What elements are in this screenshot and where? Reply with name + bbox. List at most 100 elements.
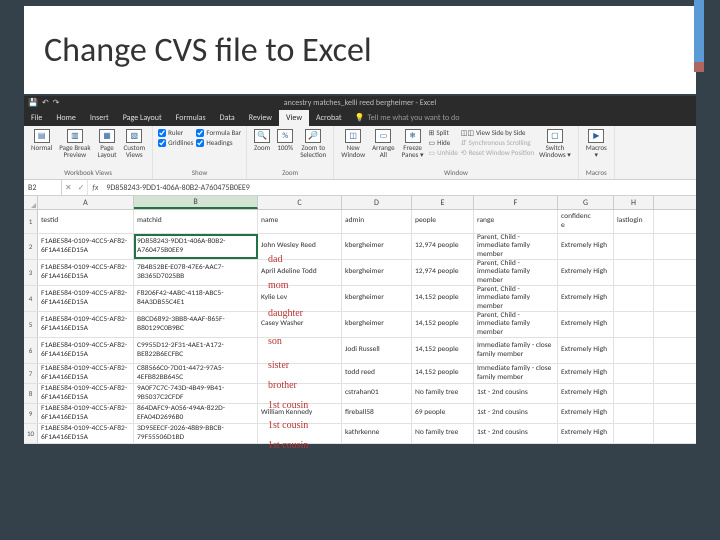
cell-range[interactable]: 1st - 2nd cousins — [474, 404, 558, 423]
tab-insert[interactable]: Insert — [83, 110, 116, 126]
row-head-2[interactable]: 2 — [24, 234, 38, 259]
tab-file[interactable]: File — [24, 110, 49, 126]
cell-lastlogin[interactable] — [614, 234, 654, 259]
header-confidence[interactable]: confidenc e — [558, 210, 614, 233]
cell-confidence[interactable]: Extremely High — [558, 364, 614, 383]
save-icon[interactable]: 💾 — [28, 98, 38, 108]
tab-acrobat[interactable]: Acrobat — [309, 110, 349, 126]
cell-lastlogin[interactable] — [614, 424, 654, 443]
row-head-3[interactable]: 3 — [24, 260, 38, 285]
cell-testid[interactable]: F1ABE584-0109-4CC5-AF82-6F1A416ED15A — [38, 364, 134, 383]
cell-people[interactable]: 14,152 people — [412, 286, 474, 311]
cell-name[interactable]: Kylie Lev — [258, 286, 342, 311]
cell-name[interactable] — [258, 424, 342, 443]
redo-icon[interactable]: ↷ — [53, 98, 60, 108]
cell-range[interactable]: Parent, Child - immediate family member — [474, 312, 558, 337]
cell-confidence[interactable]: Extremely High — [558, 338, 614, 363]
cell-matchid[interactable]: 9A0F7C7C-743D-4B49-9B41-9B5037C2CFDF — [134, 384, 258, 403]
cell-lastlogin[interactable] — [614, 404, 654, 423]
cell-matchid[interactable]: BBCD6892-3BB8-4AAF-865F-B80129C0B9BC — [134, 312, 258, 337]
cell-admin[interactable]: todd reed — [342, 364, 412, 383]
cell-lastlogin[interactable] — [614, 384, 654, 403]
row-head-1[interactable]: 1 — [24, 210, 38, 233]
cell-matchid[interactable]: C9955D12-2F31-4AE1-A172-BE822B6ECFBC — [134, 338, 258, 363]
cell-matchid[interactable]: 7B4B52BE-E078-47E6-AAC7-3B365D7025BB — [134, 260, 258, 285]
fx-icon[interactable]: fx — [88, 180, 102, 195]
cell-lastlogin[interactable] — [614, 286, 654, 311]
cell-range[interactable]: 1st - 2nd cousins — [474, 424, 558, 443]
row-head-8[interactable]: 8 — [24, 384, 38, 403]
header-admin[interactable]: admin — [342, 210, 412, 233]
cell-admin[interactable]: kbergheimer — [342, 260, 412, 285]
select-all-button[interactable] — [24, 196, 38, 209]
cell-testid[interactable]: F1ABE584-0109-4CC5-AF82-6F1A416ED15A — [38, 384, 134, 403]
header-range[interactable]: range — [474, 210, 558, 233]
cell-testid[interactable]: F1ABE584-0109-4CC5-AF82-6F1A416ED15A — [38, 260, 134, 285]
custom-views-button[interactable]: ▧Custom Views — [121, 128, 147, 159]
cell-people[interactable]: 14,152 people — [412, 338, 474, 363]
row-head-5[interactable]: 5 — [24, 312, 38, 337]
header-people[interactable]: people — [412, 210, 474, 233]
zoom-selection-button[interactable]: 🔎Zoom to Selection — [298, 128, 328, 159]
header-name[interactable]: name — [258, 210, 342, 233]
formula-bar[interactable]: 9D858243-9DD1-406A-80B2-A760475B0EE9 — [102, 180, 696, 195]
col-head-c[interactable]: C — [258, 196, 342, 209]
cell-admin[interactable]: kathrkenne — [342, 424, 412, 443]
cell-matchid[interactable]: F8206F42-4ABC-4118-ABC5-84A3DB55C4E1 — [134, 286, 258, 311]
cell-people[interactable]: 14,152 people — [412, 312, 474, 337]
col-head-b[interactable]: B — [134, 196, 258, 209]
cell-admin[interactable]: kbergheimer — [342, 286, 412, 311]
cell-name[interactable]: John Wesley Reed — [258, 234, 342, 259]
row-head-10[interactable]: 10 — [24, 424, 38, 443]
cell-admin[interactable]: kbergheimer — [342, 234, 412, 259]
new-window-button[interactable]: ◫New Window — [339, 128, 367, 159]
split-button[interactable]: ⊞Split — [428, 128, 457, 137]
reset-window-position-button[interactable]: ⟲Reset Window Position — [461, 148, 534, 157]
cell-people[interactable]: 69 people — [412, 404, 474, 423]
cell-confidence[interactable]: Extremely High — [558, 234, 614, 259]
normal-view-button[interactable]: ▤Normal — [29, 128, 54, 152]
cell-lastlogin[interactable] — [614, 260, 654, 285]
view-side-by-side-button[interactable]: ◫◫View Side by Side — [461, 128, 534, 137]
data-row[interactable]: 2F1ABE584-0109-4CC5-AF82-6F1A416ED15A9D8… — [24, 234, 696, 260]
cancel-formula-icon[interactable]: ✕ — [62, 183, 75, 193]
data-row[interactable]: 5F1ABE584-0109-4CC5-AF82-6F1A416ED15ABBC… — [24, 312, 696, 338]
cell-people[interactable]: No family tree — [412, 384, 474, 403]
page-layout-view-button[interactable]: ▦Page Layout — [96, 128, 119, 159]
cell-name[interactable]: Casey Washer — [258, 312, 342, 337]
cell-lastlogin[interactable] — [614, 338, 654, 363]
tab-view[interactable]: View — [279, 110, 309, 126]
switch-windows-button[interactable]: ▢Switch Windows ▾ — [537, 128, 573, 159]
formula-bar-checkbox[interactable]: Formula Bar — [196, 128, 241, 137]
cell-confidence[interactable]: Extremely High — [558, 312, 614, 337]
cell-name[interactable] — [258, 384, 342, 403]
undo-icon[interactable]: ↶ — [42, 98, 49, 108]
col-head-e[interactable]: E — [412, 196, 474, 209]
arrange-all-button[interactable]: ▭Arrange All — [370, 128, 397, 159]
cell-confidence[interactable]: Extremely High — [558, 260, 614, 285]
row-head-6[interactable]: 6 — [24, 338, 38, 363]
cell-range[interactable]: Parent, Child - immediate family member — [474, 260, 558, 285]
headings-checkbox[interactable]: Headings — [196, 138, 241, 147]
header-row[interactable]: 1 testid matchid name admin people range… — [24, 210, 696, 234]
data-row[interactable]: 7F1ABE584-0109-4CC5-AF82-6F1A416ED15AC88… — [24, 364, 696, 384]
unhide-button[interactable]: ▭Unhide — [428, 148, 457, 157]
cell-range[interactable]: Parent, Child - immediate family member — [474, 234, 558, 259]
cell-name[interactable] — [258, 338, 342, 363]
zoom-100-button[interactable]: %100% — [275, 128, 295, 152]
cell-admin[interactable]: Jodi Russell — [342, 338, 412, 363]
cell-confidence[interactable]: Extremely High — [558, 404, 614, 423]
cell-range[interactable]: Immediate family - close family member — [474, 338, 558, 363]
tab-formulas[interactable]: Formulas — [169, 110, 213, 126]
cell-admin[interactable]: cstrahan01 — [342, 384, 412, 403]
cell-testid[interactable]: F1ABE584-0109-4CC5-AF82-6F1A416ED15A — [38, 404, 134, 423]
cell-testid[interactable]: F1ABE584-0109-4CC5-AF82-6F1A416ED15A — [38, 338, 134, 363]
cell-name[interactable] — [258, 364, 342, 383]
col-head-d[interactable]: D — [342, 196, 412, 209]
cell-range[interactable]: Parent, Child - immediate family member — [474, 286, 558, 311]
tab-data[interactable]: Data — [213, 110, 242, 126]
row-head-9[interactable]: 9 — [24, 404, 38, 423]
header-testid[interactable]: testid — [38, 210, 134, 233]
col-head-g[interactable]: G — [558, 196, 614, 209]
row-head-4[interactable]: 4 — [24, 286, 38, 311]
